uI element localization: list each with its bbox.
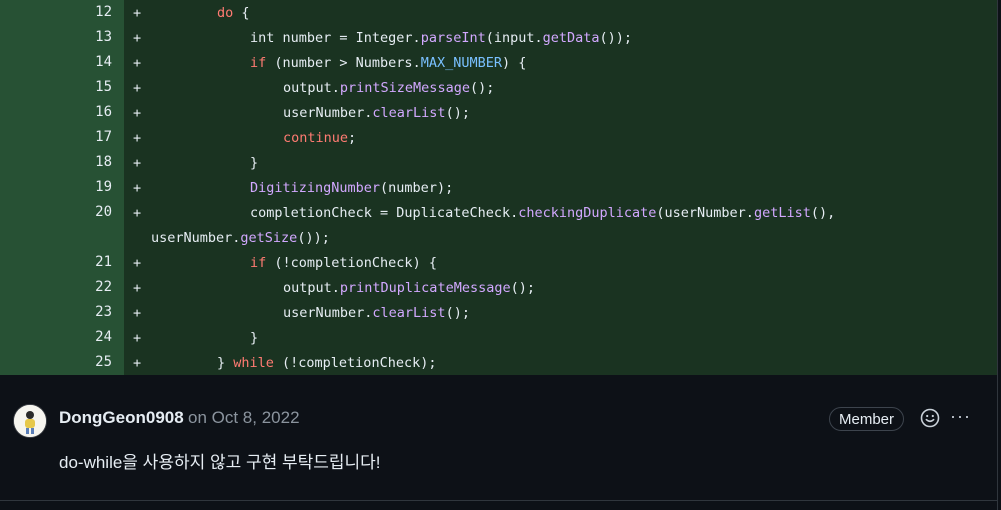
code-text: do { bbox=[217, 5, 250, 21]
comment-date[interactable]: on Oct 8, 2022 bbox=[188, 408, 300, 428]
code-text: DigitizingNumber(number); bbox=[250, 180, 454, 196]
added-marker: + bbox=[133, 255, 142, 271]
diff-line-14[interactable]: 14 + if (number > Numbers.MAX_NUMBER) { bbox=[0, 50, 997, 75]
line-number[interactable]: 19 bbox=[0, 175, 124, 200]
line-number[interactable]: 20 bbox=[0, 200, 124, 250]
code-text: userNumber.clearList(); bbox=[283, 305, 470, 321]
comment-body: do-while을 사용하지 않고 구현 부탁드립니다! bbox=[59, 453, 381, 472]
added-marker: + bbox=[133, 280, 142, 296]
diff-line-17[interactable]: 17 + continue; bbox=[0, 125, 997, 150]
added-marker: + bbox=[133, 55, 142, 71]
diff-line-15[interactable]: 15 + output.printSizeMessage(); bbox=[0, 75, 997, 100]
line-number[interactable]: 24 bbox=[0, 325, 124, 350]
code-text: } while (!completionCheck); bbox=[217, 355, 437, 371]
added-marker: + bbox=[133, 330, 142, 346]
avatar[interactable] bbox=[13, 404, 47, 438]
code-text: userNumber.clearList(); bbox=[283, 105, 470, 121]
line-number[interactable]: 25 bbox=[0, 350, 124, 375]
line-number[interactable]: 13 bbox=[0, 25, 124, 50]
diff-view: 12 + do { 13 + int number = Integer.parseInt… bbox=[0, 0, 997, 378]
more-options-icon[interactable]: ··· bbox=[950, 406, 971, 427]
pull-request-review-panel: 12 + do { 13 + int number = Integer.parseInt… bbox=[0, 0, 998, 510]
code-text: } bbox=[250, 330, 259, 346]
diff-line-12[interactable]: 12 + do { bbox=[0, 0, 997, 25]
comment-author[interactable]: DongGeon0908 bbox=[59, 408, 184, 428]
diff-line-23[interactable]: 23 + userNumber.clearList(); bbox=[0, 300, 997, 325]
line-number[interactable]: 12 bbox=[0, 0, 124, 25]
smiley-icon[interactable] bbox=[920, 408, 940, 428]
line-number[interactable]: 21 bbox=[0, 250, 124, 275]
diff-line-18[interactable]: 18 +} bbox=[0, 150, 997, 175]
diff-line-25[interactable]: 25 + } while (!completionCheck); bbox=[0, 350, 997, 375]
diff-line-19[interactable]: 19 + DigitizingNumber(number); bbox=[0, 175, 997, 200]
added-marker: + bbox=[133, 355, 142, 371]
added-marker: + bbox=[133, 305, 142, 321]
line-number[interactable]: 18 bbox=[0, 150, 124, 175]
line-number[interactable]: 15 bbox=[0, 75, 124, 100]
code-text: output.printDuplicateMessage(); bbox=[283, 280, 535, 296]
code-text-wrapped: userNumber.getSize()); bbox=[151, 230, 330, 246]
code-text: completionCheck = DuplicateCheck.checkin… bbox=[250, 205, 836, 221]
added-marker: + bbox=[133, 205, 142, 221]
code-text: continue; bbox=[283, 130, 357, 146]
code-text: if (!completionCheck) { bbox=[250, 255, 437, 271]
added-marker: + bbox=[133, 30, 142, 46]
diff-line-21[interactable]: 21 + if (!completionCheck) { bbox=[0, 250, 997, 275]
added-marker: + bbox=[133, 80, 142, 96]
added-marker: + bbox=[133, 130, 142, 146]
code-text: if (number > Numbers.MAX_NUMBER) { bbox=[250, 55, 527, 71]
line-number[interactable]: 16 bbox=[0, 100, 124, 125]
line-number[interactable]: 17 bbox=[0, 125, 124, 150]
member-badge: Member bbox=[829, 407, 905, 431]
added-marker: + bbox=[133, 105, 142, 121]
added-marker: + bbox=[133, 5, 142, 21]
diff-line-22[interactable]: 22 + output.printDuplicateMessage(); bbox=[0, 275, 997, 300]
line-number[interactable]: 14 bbox=[0, 50, 124, 75]
added-marker: + bbox=[133, 155, 142, 171]
review-comment bbox=[0, 378, 997, 500]
diff-line-13[interactable]: 13 + int number = Integer.parseInt(input.g… bbox=[0, 25, 997, 50]
code-text: int number = Integer.parseInt(input.getD… bbox=[250, 30, 633, 46]
line-number[interactable]: 23 bbox=[0, 300, 124, 325]
diff-line-16[interactable]: 16 + userNumber.clearList(); bbox=[0, 100, 997, 125]
diff-line-20[interactable]: 20 + completionCheck = DuplicateCheck.chec… bbox=[0, 200, 997, 250]
code-text: } bbox=[250, 155, 259, 171]
code-text: output.printSizeMessage(); bbox=[283, 80, 495, 96]
line-number[interactable]: 22 bbox=[0, 275, 124, 300]
divider bbox=[0, 500, 997, 501]
diff-line-24[interactable]: 24 +} bbox=[0, 325, 997, 350]
added-marker: + bbox=[133, 180, 142, 196]
